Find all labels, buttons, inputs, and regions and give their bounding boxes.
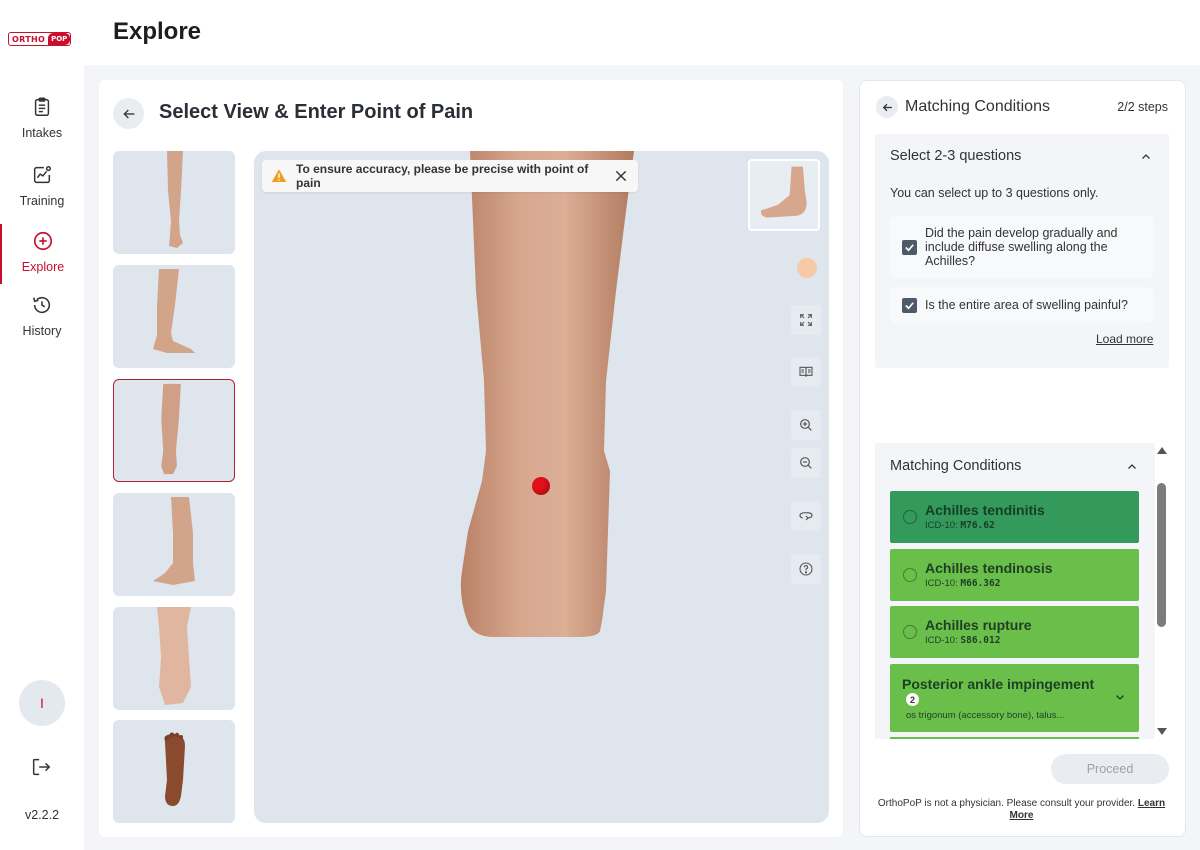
question-item[interactable]: Is the entire area of swelling painful? [890, 287, 1154, 323]
disclaimer: OrthoPoP is not a physician. Please cons… [869, 798, 1174, 822]
sidebar-item-intakes[interactable]: Intakes [0, 96, 84, 156]
proceed-button[interactable]: Proceed [1051, 754, 1169, 784]
check-icon [905, 243, 914, 251]
checkbox-checked[interactable] [902, 297, 917, 313]
sidebar-item-label: Explore [21, 260, 65, 274]
chevron-up-icon[interactable] [1126, 461, 1138, 473]
count-badge: 2 [906, 693, 919, 706]
radio-button[interactable] [903, 510, 917, 524]
condition-name: Posterior ankle impingement [902, 676, 1095, 692]
logo-text-left: ORTHO [12, 34, 46, 44]
thumbnail-posterior-view[interactable] [113, 379, 235, 482]
expand-icon [800, 314, 812, 326]
logo-text-right: POP [48, 33, 71, 45]
check-icon [905, 301, 914, 309]
logo-mark: ORTHO POP [8, 32, 72, 46]
foot-sole-image [164, 732, 185, 806]
rotate-button[interactable] [791, 501, 821, 531]
warning-text: To ensure accuracy, please be precise wi… [296, 162, 589, 190]
clipboard-icon [34, 97, 50, 116]
condition-card[interactable]: Achilles tendinosis ICD-10: M66.362 [890, 549, 1139, 601]
checkbox-checked[interactable] [902, 239, 917, 255]
condition-card[interactable]: Achilles tendinitis ICD-10: M76.62 [890, 491, 1139, 543]
scroll-down-arrow[interactable] [1157, 728, 1167, 735]
questions-header[interactable]: Select 2-3 questions [890, 148, 1021, 164]
sidebar-item-explore[interactable]: Explore [0, 224, 84, 284]
question-text: Is the entire area of swelling painful? [925, 298, 1128, 312]
close-icon[interactable] [614, 169, 628, 183]
zoom-out-icon [800, 457, 812, 469]
condition-card[interactable]: Posterior ankle impingement os trigonum … [890, 664, 1139, 732]
chevron-up-icon[interactable] [1140, 151, 1152, 163]
condition-name: Achilles tendinitis [925, 502, 1045, 518]
panel-back-button[interactable] [876, 96, 898, 118]
help-icon [799, 562, 813, 576]
chevron-down-icon[interactable] [1114, 691, 1126, 703]
scrollbar-thumb[interactable] [1157, 483, 1166, 627]
mini-view-toggle[interactable] [748, 159, 820, 231]
page-title: Explore [113, 18, 202, 45]
logout-icon[interactable] [30, 756, 52, 778]
condition-detail: os trigonum (accessory bone), talus... [906, 710, 1065, 721]
arrow-left-icon [882, 103, 892, 111]
condition-code: ICD-10: M66.362 [925, 578, 1001, 589]
fullscreen-button[interactable] [791, 305, 821, 335]
sidebar: ORTHO POP Intakes Training Explore Histo… [0, 0, 84, 850]
condition-code: ICD-10: S86.012 [925, 635, 1001, 646]
user-avatar[interactable]: I [19, 680, 65, 726]
condition-name: Achilles rupture [925, 617, 1032, 633]
foot-preview-image [760, 166, 807, 218]
arrow-left-icon [122, 109, 134, 118]
chart-line-icon [33, 166, 51, 184]
question-text: Did the pain develop gradually and inclu… [925, 226, 1118, 268]
rotate-icon [799, 512, 813, 521]
leg-posterior-image [161, 383, 181, 475]
scroll-up-arrow[interactable] [1157, 447, 1167, 454]
foot-top-image [157, 607, 191, 705]
thumbnail-sole-view[interactable] [113, 720, 235, 823]
panel-title: Matching Conditions [905, 98, 1050, 115]
back-button[interactable] [113, 98, 144, 129]
app-version: v2.2.2 [24, 808, 60, 822]
thumbnail-lateral-view[interactable] [113, 265, 235, 368]
conditions-header[interactable]: Matching Conditions [890, 458, 1021, 474]
history-icon [32, 296, 51, 314]
disclaimer-text: OrthoPoP is not a physician. Please cons… [877, 798, 1136, 809]
book-icon [799, 366, 813, 377]
load-more-link[interactable]: Load more [1096, 332, 1153, 346]
condition-card-partial [890, 737, 1139, 739]
leg-medial-image [153, 497, 195, 585]
help-button[interactable] [791, 554, 821, 584]
accuracy-warning: To ensure accuracy, please be precise wi… [262, 160, 638, 192]
condition-name: Achilles tendinosis [925, 560, 1053, 576]
view-title: Select View & Enter Point of Pain [159, 101, 474, 123]
leg-lateral-image [153, 269, 195, 353]
sidebar-item-label: Intakes [21, 126, 63, 140]
question-item[interactable]: Did the pain develop gradually and inclu… [890, 216, 1154, 278]
skin-tone-selector[interactable] [797, 258, 817, 278]
step-counter: 2/2 steps [1117, 100, 1168, 114]
zoom-out-button[interactable] [791, 448, 821, 478]
sidebar-item-label: History [22, 324, 62, 338]
condition-card[interactable]: Achilles rupture ICD-10: S86.012 [890, 606, 1139, 658]
zoom-in-button[interactable] [791, 410, 821, 440]
radio-button[interactable] [903, 625, 917, 639]
sidebar-item-label: Training [19, 194, 65, 208]
thumbnail-medial-view[interactable] [113, 493, 235, 596]
leg-front-image [167, 151, 183, 248]
warning-icon [271, 169, 287, 182]
questions-subtitle: You can select up to 3 questions only. [890, 186, 1099, 200]
zoom-in-icon [800, 419, 812, 431]
pain-point-marker[interactable] [532, 477, 550, 495]
3d-viewer[interactable] [254, 151, 829, 823]
radio-button[interactable] [903, 568, 917, 582]
orthopop-logo[interactable]: ORTHO POP [8, 30, 76, 48]
sidebar-item-history[interactable]: History [0, 294, 84, 354]
thumbnail-front-view[interactable] [113, 151, 235, 254]
condition-code: ICD-10: M76.62 [925, 520, 995, 531]
plus-circle-icon [33, 231, 53, 251]
thumbnail-top-view[interactable] [113, 607, 235, 710]
reference-guide-button[interactable] [791, 357, 821, 387]
sidebar-item-training[interactable]: Training [0, 164, 84, 224]
